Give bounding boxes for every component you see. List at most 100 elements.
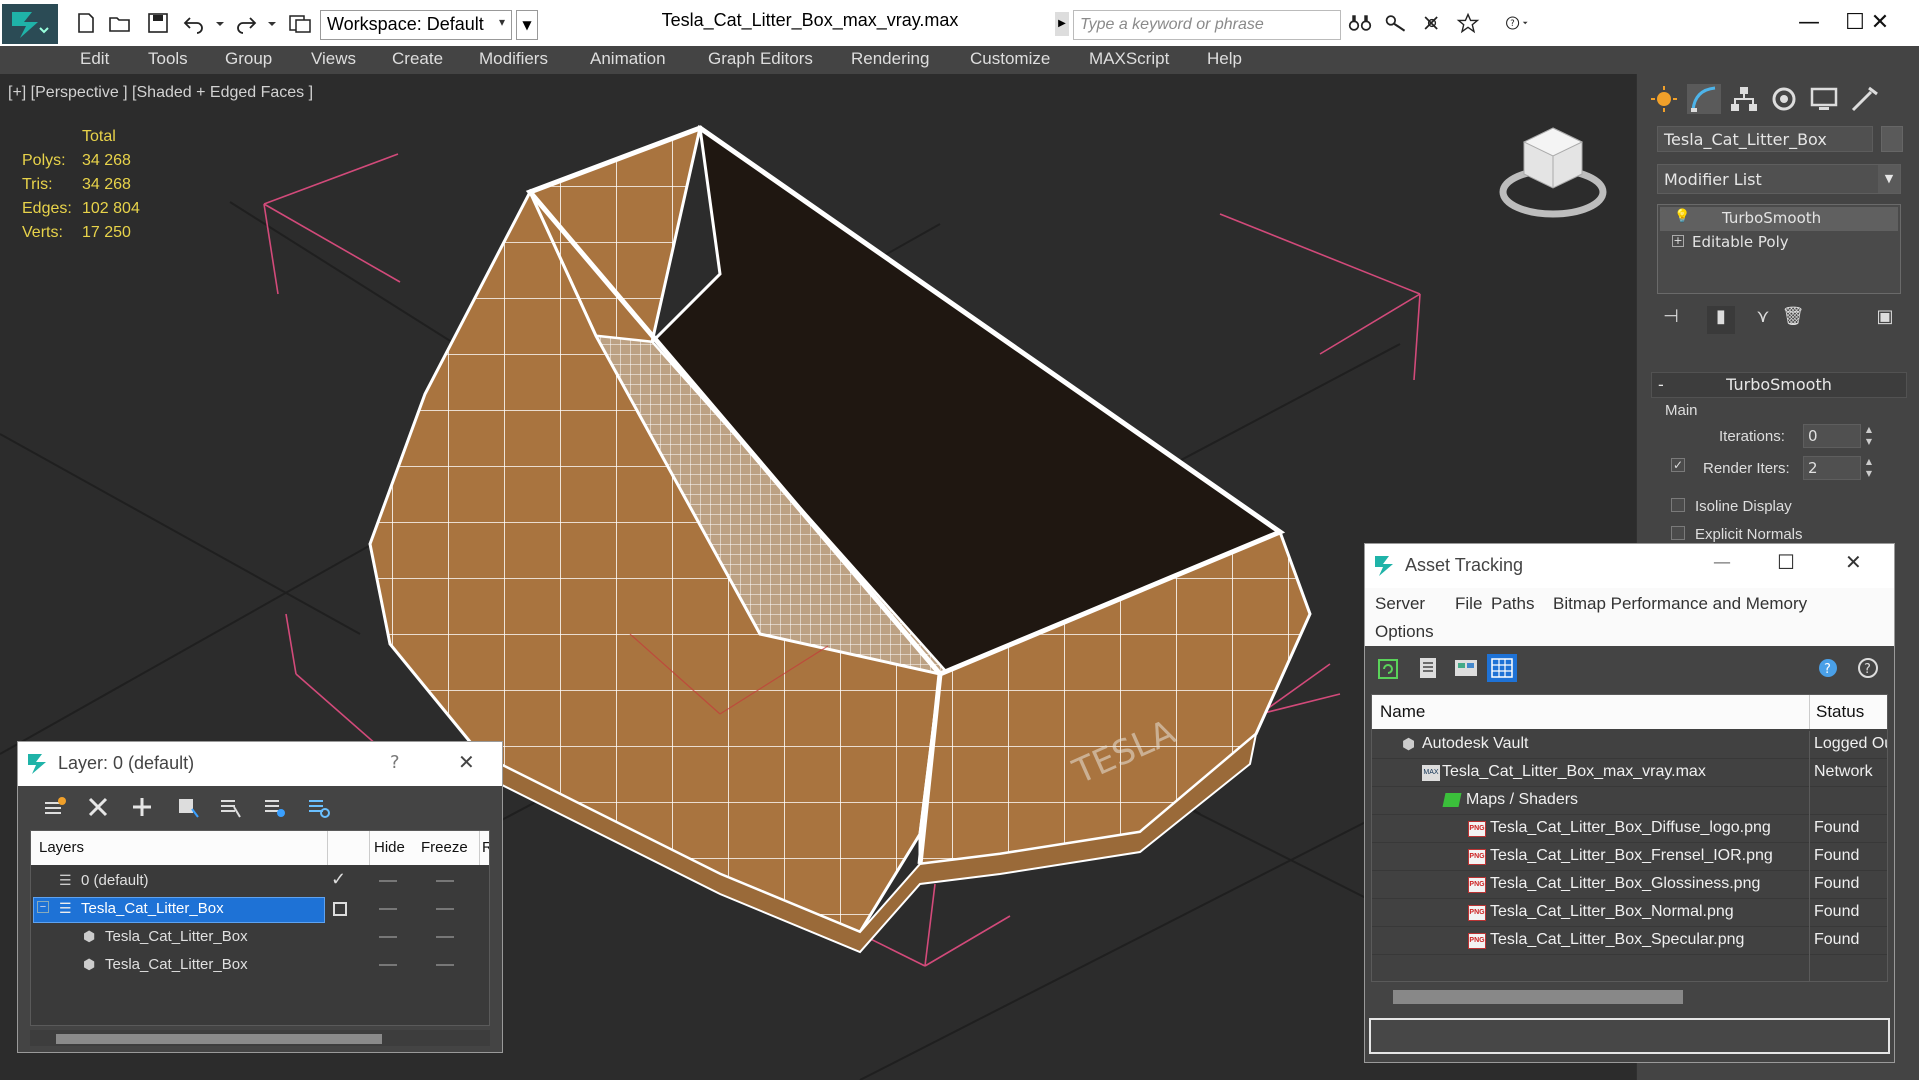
lightbulb-icon[interactable]: 💡 [1674, 209, 1690, 224]
layer-horizontal-scrollbar[interactable] [30, 1030, 490, 1046]
new-layer-icon[interactable] [42, 795, 66, 819]
project-folder-icon[interactable] [288, 12, 312, 34]
menu-create[interactable]: Create [392, 49, 443, 69]
remove-modifier-icon[interactable]: 🗑 [1779, 306, 1807, 334]
viewport-label[interactable]: [+] [Perspective ] [Shaded + Edged Faces… [8, 84, 313, 102]
modifier-list-dropdown[interactable]: Modifier List ▼ [1657, 164, 1901, 194]
context-help-icon[interactable]: ? [1853, 654, 1883, 682]
help-button[interactable]: ? [390, 752, 400, 773]
asset-horizontal-scrollbar[interactable] [1371, 984, 1888, 1008]
asset-row-map[interactable]: PNG Tesla_Cat_Litter_Box_Normal.png Foun… [1372, 899, 1887, 927]
column-render[interactable]: R [482, 839, 489, 856]
make-unique-icon[interactable]: ⋎ [1749, 306, 1777, 334]
delete-layer-icon[interactable] [86, 795, 110, 819]
new-file-icon[interactable] [74, 12, 98, 34]
close-button[interactable]: ✕ [1854, 6, 1906, 40]
render-iters-checkbox[interactable]: ✓ [1671, 458, 1685, 472]
menu-views[interactable]: Views [311, 49, 356, 69]
spinner-arrows-icon[interactable]: ▲ ▼ [1863, 424, 1875, 448]
column-status[interactable]: Status [1816, 702, 1864, 722]
asset-row-scene-file[interactable]: MAX Tesla_Cat_Litter_Box_max_vray.max Ne… [1372, 759, 1887, 787]
display-tab-icon[interactable] [1807, 84, 1841, 114]
undo-dropdown-icon[interactable] [208, 12, 224, 34]
render-iters-spinner[interactable]: 2 [1803, 456, 1861, 480]
expand-plus-icon[interactable]: + [1672, 235, 1684, 247]
scrollbar-thumb[interactable] [1393, 990, 1683, 1004]
create-tab-icon[interactable] [1647, 84, 1681, 114]
menu-customize[interactable]: Customize [970, 49, 1050, 69]
motion-tab-icon[interactable] [1767, 84, 1801, 114]
close-button[interactable]: ✕ [458, 750, 475, 774]
column-hide[interactable]: Hide [374, 839, 405, 856]
asset-row-maps-folder[interactable]: Maps / Shaders [1372, 787, 1887, 815]
hierarchy-tab-icon[interactable] [1727, 84, 1761, 114]
asset-row-map[interactable]: PNG Tesla_Cat_Litter_Box_Glossiness.png … [1372, 871, 1887, 899]
asset-row-map[interactable]: PNG Tesla_Cat_Litter_Box_Specular.png Fo… [1372, 927, 1887, 955]
menu-bitmap-performance[interactable]: Bitmap Performance and Memory [1553, 594, 1807, 614]
object-color-swatch[interactable] [1881, 126, 1903, 152]
redo-dropdown-icon[interactable] [260, 12, 276, 34]
close-button[interactable]: ✕ [1845, 550, 1862, 574]
undo-icon[interactable] [182, 12, 206, 34]
workspace-menu-button[interactable]: ▼ [516, 10, 538, 40]
column-layers[interactable]: Layers [39, 839, 84, 856]
minimize-button[interactable]: — [1713, 552, 1731, 573]
layer-object-row[interactable]: ⬢ Tesla_Cat_Litter_Box [31, 923, 489, 951]
spinner-arrows-icon[interactable]: ▲ ▼ [1863, 456, 1875, 480]
stack-item-turbosmooth[interactable]: 💡 TurboSmooth [1660, 207, 1898, 231]
modify-tab-icon[interactable] [1687, 84, 1721, 114]
layer-row-default[interactable]: ☰ 0 (default) ✓ [31, 867, 489, 895]
search-expand-button[interactable]: ▶ [1055, 12, 1069, 36]
layer-object-row[interactable]: ⬢ Tesla_Cat_Litter_Box [31, 951, 489, 979]
list-view-icon[interactable] [1413, 654, 1443, 682]
exchange-icon[interactable] [1420, 12, 1448, 34]
isoline-display-checkbox[interactable] [1671, 498, 1685, 512]
layer-row-tesla[interactable]: − ☰ Tesla_Cat_Litter_Box [31, 895, 489, 923]
app-logo-icon[interactable] [2, 4, 58, 44]
asset-row-map[interactable]: PNG Tesla_Cat_Litter_Box_Diffuse_logo.pn… [1372, 815, 1887, 843]
make-current-checkbox[interactable] [333, 902, 347, 916]
pin-stack-icon[interactable]: ⊣ [1657, 306, 1685, 334]
layer-window-titlebar[interactable]: Layer: 0 (default) ? ✕ [18, 742, 502, 786]
layer-settings-icon[interactable] [306, 795, 330, 819]
menu-rendering[interactable]: Rendering [851, 49, 929, 69]
menu-maxscript[interactable]: MAXScript [1089, 49, 1169, 69]
explicit-normals-checkbox[interactable] [1671, 526, 1685, 540]
search-input[interactable]: Type a keyword or phrase [1073, 10, 1341, 40]
asset-row-vault[interactable]: ⬢ Autodesk Vault Logged Out [1372, 731, 1887, 759]
binoculars-icon[interactable] [1348, 12, 1376, 34]
make-current-icon[interactable] [262, 795, 286, 819]
redo-icon[interactable] [234, 12, 258, 34]
menu-modifiers[interactable]: Modifiers [479, 49, 548, 69]
object-name-field[interactable]: Tesla_Cat_Litter_Box [1657, 126, 1873, 152]
help-icon[interactable]: ? [1813, 654, 1843, 682]
menu-animation[interactable]: Animation [590, 49, 666, 69]
column-freeze[interactable]: Freeze [421, 839, 468, 856]
menu-help[interactable]: Help [1207, 49, 1242, 69]
asset-row-map[interactable]: PNG Tesla_Cat_Litter_Box_Frensel_IOR.png… [1372, 843, 1887, 871]
maximize-button[interactable]: ☐ [1777, 550, 1795, 574]
collapse-minus-icon[interactable]: − [37, 901, 49, 913]
column-name[interactable]: Name [1380, 702, 1425, 722]
star-icon[interactable] [1456, 12, 1484, 34]
minimize-button[interactable]: — [1786, 6, 1832, 40]
show-end-result-icon[interactable]: ▮ [1707, 306, 1735, 334]
select-objects-icon[interactable] [176, 795, 200, 819]
menu-graph-editors[interactable]: Graph Editors [708, 49, 813, 69]
add-to-layer-icon[interactable] [130, 795, 154, 819]
current-layer-check-icon[interactable]: ✓ [331, 869, 346, 890]
open-file-icon[interactable] [108, 12, 132, 34]
thumbnail-view-icon[interactable] [1451, 654, 1481, 682]
menu-edit[interactable]: Edit [80, 49, 109, 69]
table-view-icon[interactable] [1487, 654, 1517, 682]
menu-tools[interactable]: Tools [148, 49, 188, 69]
help-icon[interactable]: ? [1506, 12, 1546, 34]
iterations-spinner[interactable]: 0 [1803, 424, 1861, 448]
scrollbar-thumb[interactable] [56, 1034, 382, 1044]
key-tools-icon[interactable] [1384, 12, 1412, 34]
rollout-header[interactable]: - TurboSmooth [1651, 372, 1907, 398]
save-icon[interactable] [146, 12, 170, 34]
menu-options[interactable]: Options [1375, 622, 1434, 642]
menu-server[interactable]: Server [1375, 594, 1425, 614]
menu-paths[interactable]: Paths [1491, 594, 1534, 614]
